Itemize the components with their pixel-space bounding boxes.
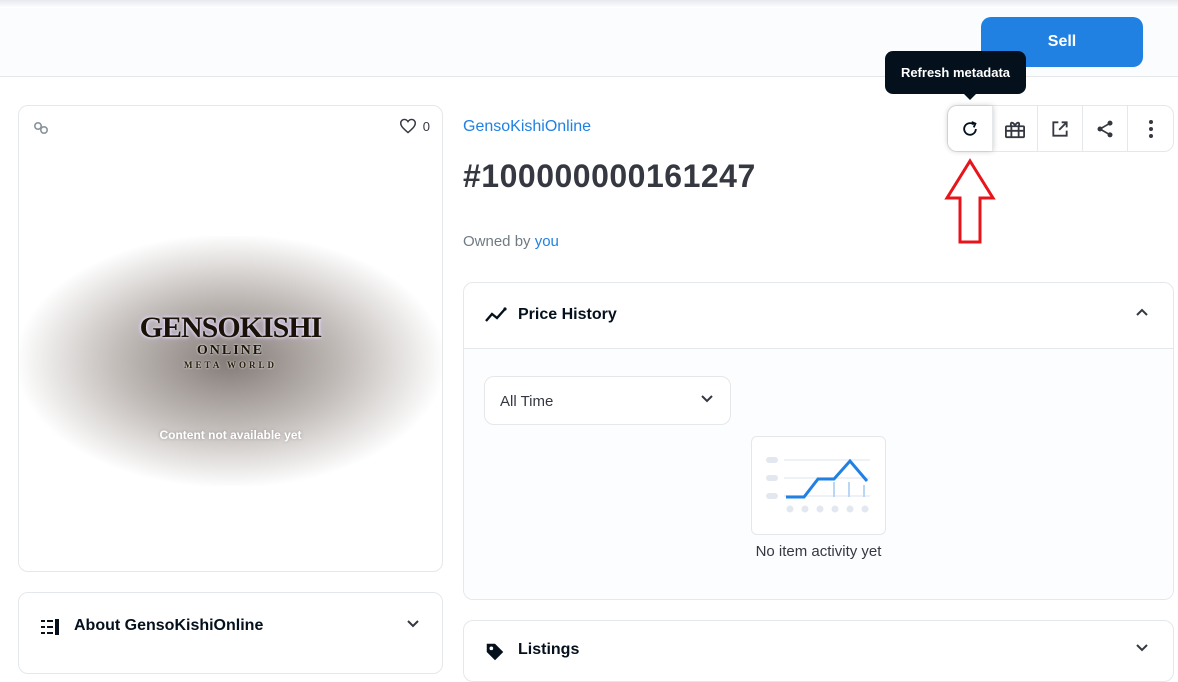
chain-icon — [33, 121, 49, 135]
chevron-up-icon — [1136, 308, 1148, 316]
transfer-button[interactable] — [993, 106, 1038, 151]
content-status: Content not available yet — [159, 428, 302, 442]
chevron-down-icon — [701, 395, 713, 403]
game-logo-tagline: META WORLD — [184, 360, 277, 370]
trend-icon — [485, 307, 507, 322]
refresh-tooltip: Refresh metadata — [885, 51, 1026, 94]
owner-link[interactable]: you — [535, 233, 559, 250]
game-logo-sub: ONLINE — [196, 343, 265, 358]
share-icon — [1097, 120, 1113, 137]
more-options-button[interactable] — [1128, 106, 1173, 151]
open-external-button[interactable] — [1038, 106, 1083, 151]
price-history-header[interactable]: Price History — [464, 283, 1173, 349]
chevron-down-icon — [1136, 644, 1148, 652]
owned-by-label: Owned by — [463, 233, 531, 250]
about-collection-panel[interactable]: About GensoKishiOnline — [18, 592, 443, 674]
empty-chart-illustration — [751, 436, 886, 535]
gift-icon — [1005, 121, 1025, 138]
collection-link[interactable]: GensoKishiOnline — [463, 118, 591, 136]
time-filter-select[interactable]: All Time — [484, 376, 731, 425]
tooltip-arrow — [963, 93, 977, 100]
favorite-count[interactable]: 0 — [399, 118, 430, 134]
share-button[interactable] — [1083, 106, 1128, 151]
game-logo-main: GENSOKISHI — [139, 311, 323, 344]
price-history-title: Price History — [518, 306, 617, 323]
favorite-count-value: 0 — [422, 118, 430, 134]
tag-icon — [486, 643, 504, 661]
item-actions — [947, 105, 1174, 152]
owner-line: Owned by you — [463, 233, 559, 250]
heart-icon — [399, 118, 416, 134]
price-history-body: All Time No item activity yet — [464, 349, 1173, 599]
refresh-metadata-button[interactable] — [948, 106, 993, 151]
chevron-down-icon — [407, 620, 419, 628]
top-shadow — [0, 0, 1178, 8]
list-icon — [41, 619, 59, 635]
refresh-icon — [963, 120, 977, 136]
time-filter-value: All Time — [500, 393, 554, 410]
external-link-icon — [1052, 120, 1068, 137]
more-icon — [1148, 119, 1153, 138]
listings-panel[interactable]: Listings — [463, 620, 1174, 682]
listings-title: Listings — [518, 641, 580, 658]
media-card: 0 GENSOKISHI ONLINE META WORLD Content n… — [18, 105, 443, 572]
annotation-arrow — [944, 158, 996, 244]
empty-chart-icon — [766, 457, 870, 513]
no-activity-text: No item activity yet — [755, 543, 882, 560]
about-title: About GensoKishiOnline — [74, 617, 264, 634]
token-title: #100000000161247 — [463, 158, 756, 194]
price-history-panel: Price History All Time No item activity … — [463, 282, 1174, 600]
